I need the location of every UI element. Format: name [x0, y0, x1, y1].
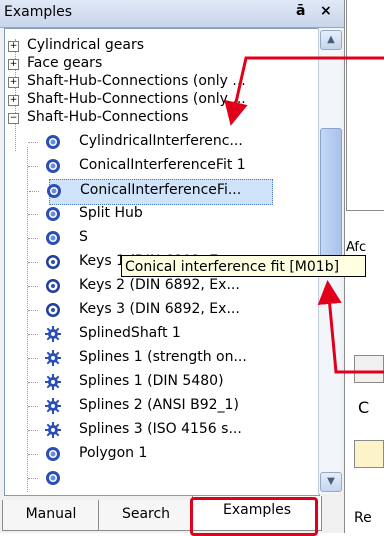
expand-toggle[interactable]: + — [8, 59, 19, 70]
tree-item-label: Cylindrical gears — [27, 37, 144, 53]
tree-guide-line — [28, 454, 38, 455]
scroll-down-icon[interactable]: ▼ — [320, 472, 342, 492]
item-tooltip: Conical interference fit [M01b] — [121, 255, 366, 277]
tree-item-example[interactable]: SplinedShaft 1 — [28, 323, 315, 347]
pin-icon[interactable]: ā — [296, 3, 305, 19]
tree-item-example[interactable]: Split Hub — [28, 203, 315, 227]
tree-item-label: Split Hub — [79, 205, 143, 221]
tree-item-example[interactable]: Splines 1 (DIN 5480) — [28, 371, 315, 395]
tab-manual[interactable]: Manual — [2, 500, 100, 531]
scroll-up-icon[interactable]: ▲ — [320, 30, 342, 50]
tree-item-example[interactable]: Polygon 1 — [28, 443, 315, 467]
tree-item-label: SplinedShaft 1 — [79, 325, 181, 341]
tree-item-example[interactable]: Splines 1 (strength on... — [28, 347, 315, 371]
tree-guide-line — [28, 238, 38, 239]
scrollbar-thumb[interactable] — [320, 128, 342, 268]
right-radio-label: C — [358, 398, 370, 417]
tree-item-example[interactable]: ConicalInterferenceFit 1 — [28, 155, 315, 179]
tree-item-label: Splines 1 (DIN 5480) — [79, 373, 224, 389]
tree-item-label: Splines 3 (ISO 4156 s... — [79, 421, 242, 437]
tree-item-label: CylindricalInterferenc... — [79, 133, 243, 149]
tree-guide-line — [28, 478, 38, 479]
tree-guide-line — [28, 382, 38, 383]
tree-item-label: ConicalInterferenceFi... — [80, 182, 242, 198]
collapse-toggle[interactable]: − — [8, 113, 19, 124]
panel-title: Examples — [4, 4, 73, 20]
expand-toggle[interactable]: + — [8, 77, 19, 88]
annotation-highlight-examples-tab — [190, 497, 318, 536]
tree-guide-line — [28, 262, 38, 263]
tree-item-label: S — [79, 229, 88, 245]
tree-guide-line — [28, 166, 38, 167]
tree-guide-line — [28, 406, 38, 407]
tree-guide-line — [29, 191, 39, 192]
tree-guide-line — [28, 310, 38, 311]
tree-item-label: Polygon 1 — [79, 445, 148, 461]
tab-search[interactable]: Search — [98, 500, 194, 531]
tree-item-example[interactable]: Keys 2 (DIN 6892, Ex... — [28, 275, 315, 299]
arrow-left-icon[interactable] — [354, 440, 384, 468]
right-tab-label[interactable]: Re — [354, 510, 372, 526]
tree-item-label: Keys 2 (DIN 6892, Ex... — [79, 277, 240, 293]
tree-guide-line — [28, 286, 38, 287]
tree-item-label: Shaft-Hub-Connections (only ... — [27, 73, 246, 89]
panel-header: Examples ā × — [0, 0, 344, 28]
tree-item-label: Keys 3 (DIN 6892, Ex... — [79, 301, 240, 317]
tree-item-label: Shaft-Hub-Connections (only ... — [27, 91, 246, 107]
tree-guide-line — [27, 147, 28, 492]
tree-guide-line — [28, 142, 38, 143]
tree-item-label: Face gears — [27, 55, 103, 71]
tree-guide-line — [28, 214, 38, 215]
tree-item-label: ConicalInterferenceFit 1 — [79, 157, 246, 173]
right-panel-box — [346, 0, 384, 211]
tree-item-example[interactable]: ConicalInterferenceFi... — [29, 179, 273, 205]
tree-item-label: Shaft-Hub-Connections — [27, 109, 189, 125]
expand-toggle[interactable]: + — [8, 95, 19, 106]
tree-item-example[interactable]: CylindricalInterferenc... — [28, 131, 315, 155]
tree-item-group-expanded[interactable]: − Shaft-Hub-Connections — [5, 107, 315, 131]
expand-toggle[interactable]: + — [8, 41, 19, 52]
close-icon[interactable]: × — [320, 3, 332, 19]
tree-item-example[interactable]: Keys 3 (DIN 6892, Ex... — [28, 299, 315, 323]
tree-guide-line — [28, 430, 38, 431]
tree-item-example[interactable]: Splines 3 (ISO 4156 s... — [28, 419, 315, 443]
tree-guide-line — [28, 334, 38, 335]
tree-item-example[interactable]: S — [28, 227, 315, 251]
tree-item-label: Splines 1 (strength on... — [79, 349, 247, 365]
right-checkbox[interactable] — [354, 355, 384, 383]
right-panel-label: Afc — [346, 240, 367, 255]
tree-item-example[interactable]: Splines 2 (ANSI B92_1) — [28, 395, 315, 419]
tree-guide-line — [28, 358, 38, 359]
tree-item-example[interactable] — [28, 467, 315, 491]
tree-item-label: Splines 2 (ANSI B92_1) — [79, 397, 239, 413]
